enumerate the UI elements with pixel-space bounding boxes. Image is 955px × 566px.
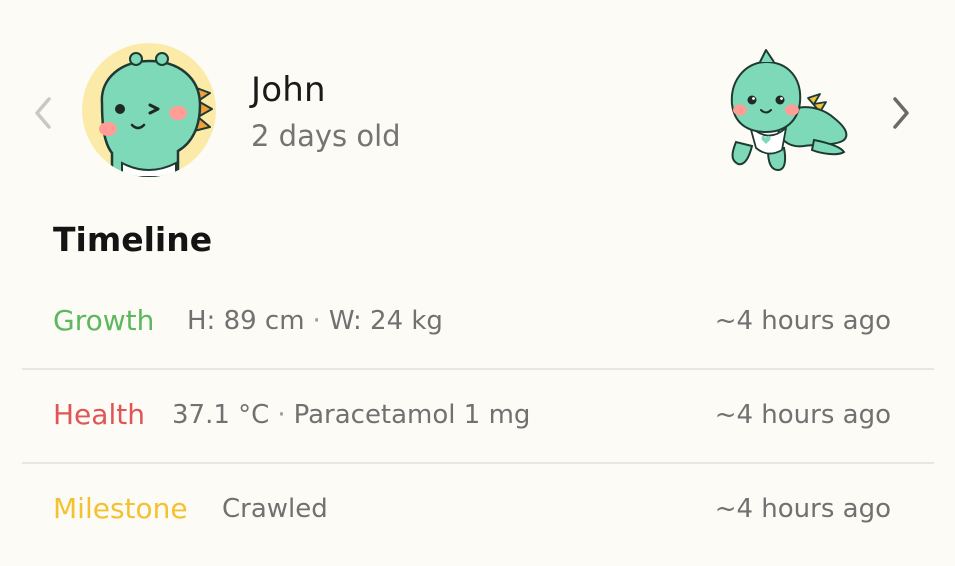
dino-avatar-icon <box>82 43 216 177</box>
medication-value: Paracetamol 1 mg <box>293 400 531 430</box>
entry-details: Crawled <box>222 489 328 529</box>
timeline-entry-growth[interactable]: Growth H: 89 cm · W: 24 kg ~4 hours ago <box>22 276 934 370</box>
baby-age: 2 days old <box>251 119 401 153</box>
baby-profile-screen: John 2 days old Timeline Growth H: 89 cm… <box>0 0 955 566</box>
previous-baby-button[interactable] <box>30 93 56 133</box>
entry-type-label: Growth <box>53 304 155 337</box>
chevron-right-icon <box>893 97 909 129</box>
crawling-dino-illustration <box>716 42 856 178</box>
height-value: H: 89 cm <box>187 306 305 336</box>
chevron-left-icon <box>35 97 51 129</box>
entry-details: H: 89 cm · W: 24 kg <box>187 301 443 341</box>
next-baby-button[interactable] <box>888 93 914 133</box>
timeline-title: Timeline <box>53 220 213 259</box>
weight-value: W: 24 kg <box>328 306 443 336</box>
entry-details: 37.1 °C · Paracetamol 1 mg <box>172 395 530 435</box>
separator-dot: · <box>277 400 286 430</box>
milestone-value: Crawled <box>222 494 328 524</box>
entry-type-label: Milestone <box>53 492 188 525</box>
timeline-list: Growth H: 89 cm · W: 24 kg ~4 hours ago He… <box>22 276 934 558</box>
separator-dot: · <box>312 306 321 336</box>
timeline-entry-health[interactable]: Health 37.1 °C · Paracetamol 1 mg ~4 hours… <box>22 370 934 464</box>
baby-name: John <box>251 70 326 110</box>
baby-avatar[interactable] <box>82 43 216 177</box>
timeline-entry-milestone[interactable]: Milestone Crawled ~4 hours ago <box>22 464 934 558</box>
crawling-dino-icon <box>730 49 848 172</box>
temperature-value: 37.1 °C <box>172 400 270 430</box>
entry-timestamp: ~4 hours ago <box>714 494 891 524</box>
entry-type-label: Health <box>53 398 145 431</box>
entry-timestamp: ~4 hours ago <box>714 306 891 336</box>
entry-timestamp: ~4 hours ago <box>714 400 891 430</box>
